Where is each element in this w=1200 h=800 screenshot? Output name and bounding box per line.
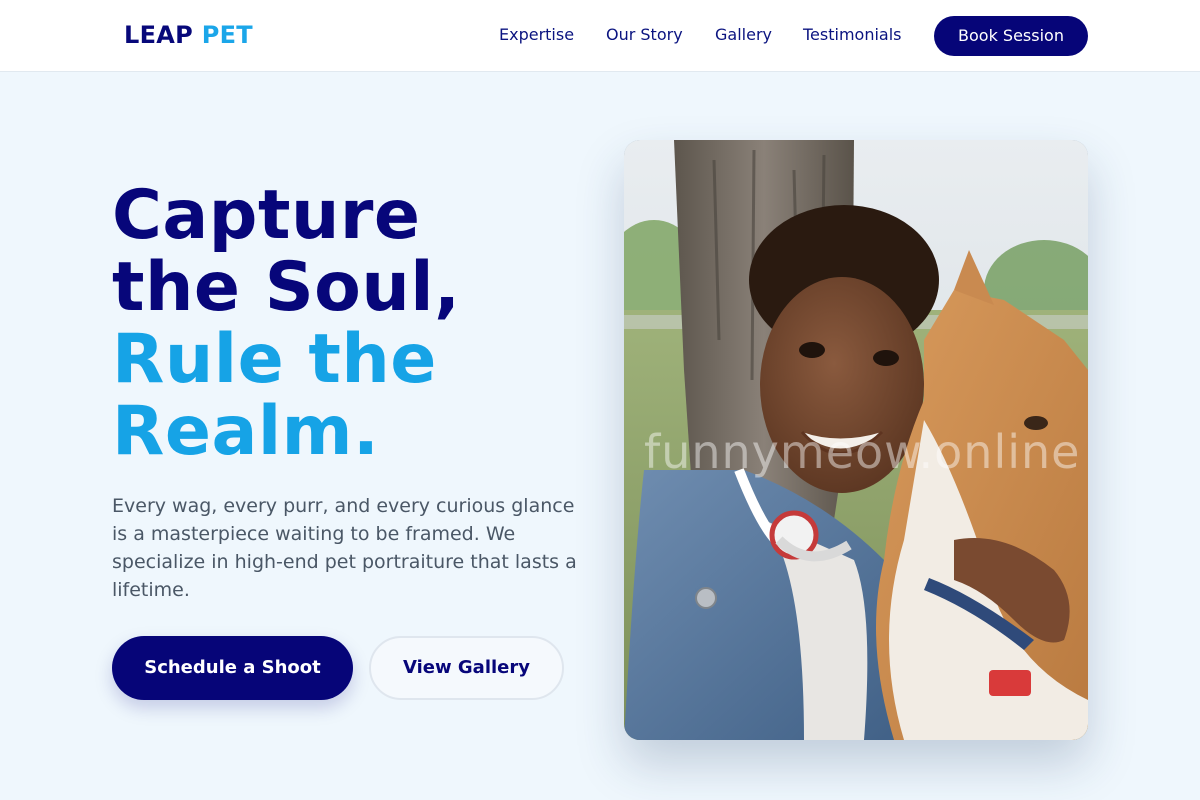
photo-watermark: funnymeow.online xyxy=(644,425,1081,479)
top-navbar: LEAP PET Expertise Our Story Gallery Tes… xyxy=(0,0,1200,72)
hero-title-accent-line-1: Rule the xyxy=(112,320,437,399)
brand-logo-part1: LEAP xyxy=(124,21,194,49)
hero-title-line-1: Capture xyxy=(112,176,421,255)
nav-link-testimonials[interactable]: Testimonials xyxy=(803,24,902,46)
view-gallery-button[interactable]: View Gallery xyxy=(369,636,564,700)
hero-title-accent-line-2: Realm. xyxy=(112,392,380,471)
nav-link-expertise[interactable]: Expertise xyxy=(499,24,574,46)
brand-logo-part2: PET xyxy=(201,21,253,49)
book-session-button[interactable]: Book Session xyxy=(934,16,1088,56)
brand-logo[interactable]: LEAP PET xyxy=(124,20,253,50)
hero-title-line-2: the Soul, xyxy=(112,248,461,327)
nav-link-gallery[interactable]: Gallery xyxy=(715,24,772,46)
nav-link-our-story[interactable]: Our Story xyxy=(606,24,683,46)
schedule-shoot-button[interactable]: Schedule a Shoot xyxy=(112,636,353,700)
hero-title: Capture the Soul, Rule the Realm. xyxy=(112,180,592,468)
hero-photo: funnymeow.online xyxy=(624,140,1088,740)
hero-description: Every wag, every purr, and every curious… xyxy=(112,495,577,601)
